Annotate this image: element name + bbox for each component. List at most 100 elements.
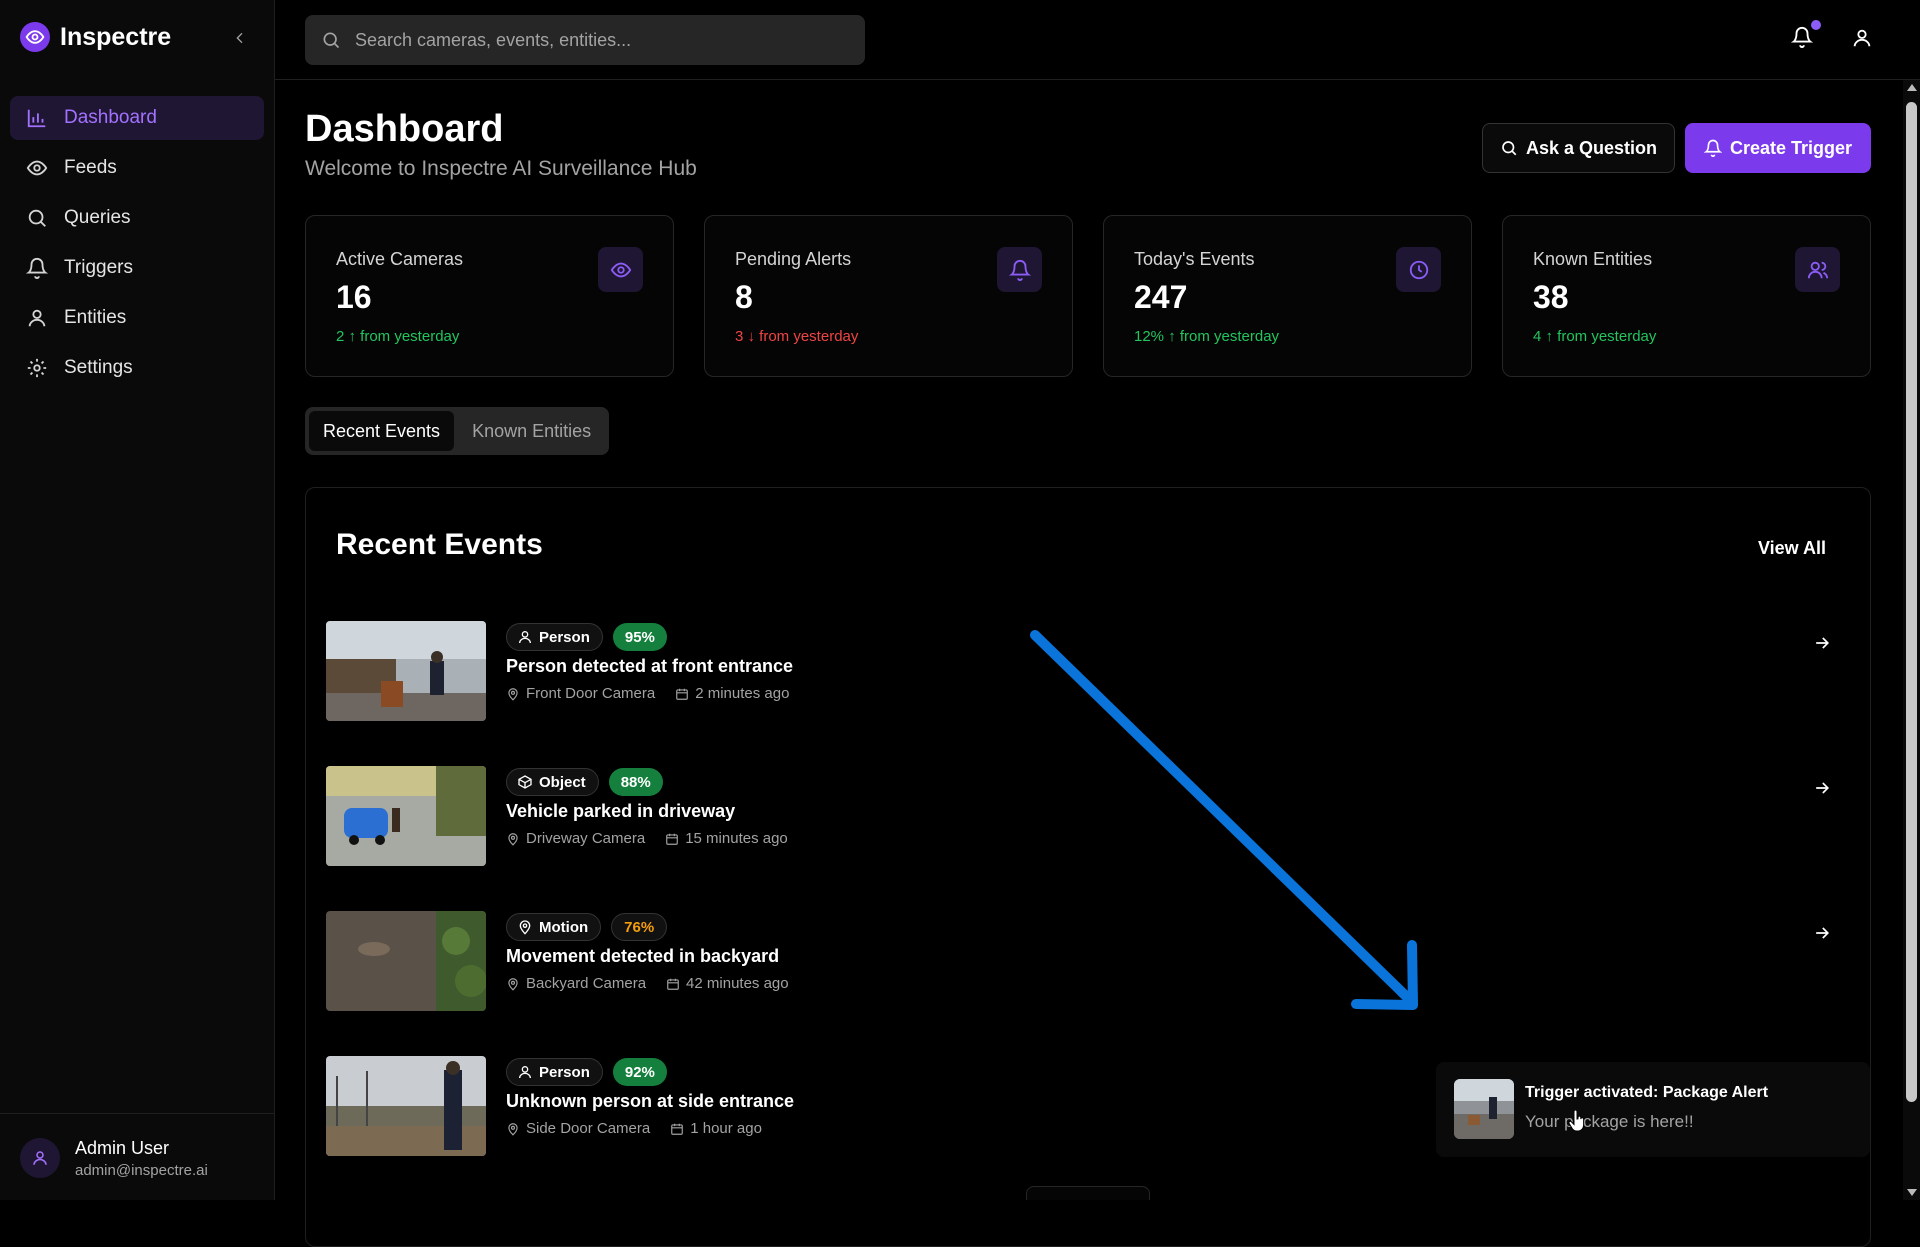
- bar-chart-icon: [27, 109, 46, 128]
- stat-delta: 4 ↑ from yesterday: [1533, 328, 1657, 345]
- sidebar: Inspectre Dashboard Feeds Queries Trigge…: [0, 0, 275, 1200]
- page-scrollbar[interactable]: [1903, 80, 1920, 1200]
- clock-icon: [1396, 247, 1441, 292]
- map-pin-icon: [508, 977, 518, 991]
- ask-question-label: Ask a Question: [1525, 137, 1658, 158]
- search-input[interactable]: [355, 29, 835, 51]
- user-icon: [519, 631, 531, 644]
- stat-label: Known Entities: [1533, 249, 1653, 269]
- sidebar-item-label: Settings: [64, 357, 133, 378]
- confidence-badge: 88%: [608, 768, 663, 796]
- event-badges: Object 88%: [506, 768, 663, 796]
- stat-value: 38: [1533, 279, 1569, 315]
- event-thumbnail: [326, 1056, 486, 1156]
- event-title: Person detected at front entrance: [506, 656, 794, 676]
- map-pin-icon: [508, 1122, 518, 1136]
- ask-question-button[interactable]: Ask a Question: [1482, 123, 1675, 173]
- sidebar-item-triggers[interactable]: Triggers: [10, 246, 264, 290]
- event-row[interactable]: Object 88% Vehicle parked in driveway Dr…: [326, 766, 1846, 866]
- notifications-button[interactable]: [1791, 20, 1821, 54]
- page-subtitle: Welcome to Inspectre AI Surveillance Hub: [305, 157, 697, 180]
- eye-icon: [26, 160, 48, 176]
- box-icon: [518, 775, 532, 789]
- page-title: Dashboard: [305, 108, 504, 150]
- event-badges: Motion 76%: [506, 913, 668, 941]
- sidebar-item-entities[interactable]: Entities: [10, 296, 264, 340]
- user-name: Admin User: [75, 1138, 170, 1158]
- event-type-badge: Person: [506, 1058, 603, 1086]
- event-meta: Front Door Camera 2 minutes ago: [506, 685, 789, 702]
- account-button[interactable]: [1851, 27, 1879, 55]
- user-icon: [33, 1151, 47, 1165]
- scroll-up-icon[interactable]: [1907, 84, 1917, 91]
- event-row[interactable]: Motion 76% Movement detected in backyard…: [326, 911, 1846, 1011]
- event-type-badge: Motion: [506, 913, 602, 941]
- toast-message: Your package is here!!: [1525, 1112, 1694, 1131]
- create-trigger-button[interactable]: Create Trigger: [1685, 123, 1871, 173]
- avatar: [20, 1138, 60, 1178]
- bell-icon: [26, 258, 48, 279]
- event-title: Vehicle parked in driveway: [506, 801, 736, 821]
- event-meta: Driveway Camera 15 minutes ago: [506, 830, 788, 847]
- sidebar-nav: Dashboard Feeds Queries Triggers Entitie…: [10, 96, 264, 396]
- confidence-badge: 76%: [611, 913, 668, 941]
- event-thumbnail: [326, 911, 486, 1011]
- stat-value: 16: [336, 279, 372, 315]
- bell-icon: [997, 247, 1042, 292]
- sidebar-item-queries[interactable]: Queries: [10, 196, 264, 240]
- event-meta: Side Door Camera 1 hour ago: [506, 1120, 762, 1137]
- hand-cursor-icon: [1568, 1110, 1585, 1132]
- sidebar-item-feeds[interactable]: Feeds: [10, 146, 264, 190]
- arrow-right-icon[interactable]: [1812, 633, 1836, 657]
- stat-card-active-cameras: Active Cameras 16 2 ↑ from yesterday: [305, 215, 674, 377]
- collapse-sidebar-button[interactable]: [229, 27, 251, 49]
- stat-delta: 2 ↑ from yesterday: [336, 328, 460, 345]
- tab-recent-events[interactable]: Recent Events: [309, 411, 455, 451]
- event-badges: Person 92%: [506, 1058, 667, 1086]
- user-icon: [28, 309, 46, 327]
- event-title: Unknown person at side entrance: [506, 1091, 795, 1111]
- toast-title: Trigger activated: Package Alert: [1525, 1084, 1769, 1101]
- gear-icon: [27, 358, 47, 378]
- event-badges: Person 95%: [506, 623, 667, 651]
- event-time: 2 minutes ago: [675, 685, 789, 702]
- event-thumbnail: [326, 621, 486, 721]
- stat-label: Active Cameras: [336, 249, 464, 269]
- bell-icon: [1703, 139, 1722, 157]
- stat-card-known-entities: Known Entities 38 4 ↑ from yesterday: [1502, 215, 1871, 377]
- scroll-thumb[interactable]: [1906, 102, 1917, 1102]
- arrow-right-icon[interactable]: [1812, 778, 1836, 802]
- map-pin-icon: [508, 832, 518, 846]
- users-icon: [1795, 247, 1840, 292]
- search-icon: [1502, 141, 1517, 156]
- view-all-link[interactable]: View All: [1758, 538, 1826, 559]
- trigger-toast[interactable]: Trigger activated: Package Alert Your pa…: [1436, 1062, 1870, 1157]
- event-time: 15 minutes ago: [665, 830, 788, 847]
- user-email: admin@inspectre.ai: [75, 1162, 208, 1179]
- event-type-label: Person: [539, 1063, 590, 1081]
- tab-known-entities[interactable]: Known Entities: [458, 411, 605, 451]
- user-profile[interactable]: Admin User admin@inspectre.ai: [0, 1113, 275, 1200]
- event-time: 1 hour ago: [670, 1120, 762, 1137]
- arrow-right-icon[interactable]: [1812, 923, 1836, 947]
- topbar: [275, 0, 1920, 80]
- tabs: Recent Events Known Entities: [305, 407, 610, 455]
- sidebar-item-label: Entities: [64, 307, 127, 328]
- event-type-label: Motion: [539, 918, 589, 936]
- scroll-down-icon[interactable]: [1907, 1189, 1917, 1196]
- event-camera: Driveway Camera: [506, 830, 645, 847]
- sidebar-item-dashboard[interactable]: Dashboard: [10, 96, 264, 140]
- stat-card-todays-events: Today's Events 247 12% ↑ from yesterday: [1103, 215, 1472, 377]
- event-title: Movement detected in backyard: [506, 946, 780, 966]
- event-time: 42 minutes ago: [666, 975, 789, 992]
- search-bar[interactable]: [305, 15, 865, 65]
- brand[interactable]: Inspectre: [20, 22, 171, 52]
- event-row[interactable]: Person 95% Person detected at front entr…: [326, 621, 1846, 721]
- notification-dot: [1811, 20, 1821, 30]
- load-more-tab[interactable]: [1026, 1186, 1150, 1200]
- stat-value: 8: [735, 279, 753, 315]
- map-pin-icon: [508, 687, 518, 701]
- chevron-left-icon: [236, 32, 243, 44]
- sidebar-item-settings[interactable]: Settings: [10, 346, 264, 390]
- sidebar-item-label: Triggers: [64, 257, 133, 278]
